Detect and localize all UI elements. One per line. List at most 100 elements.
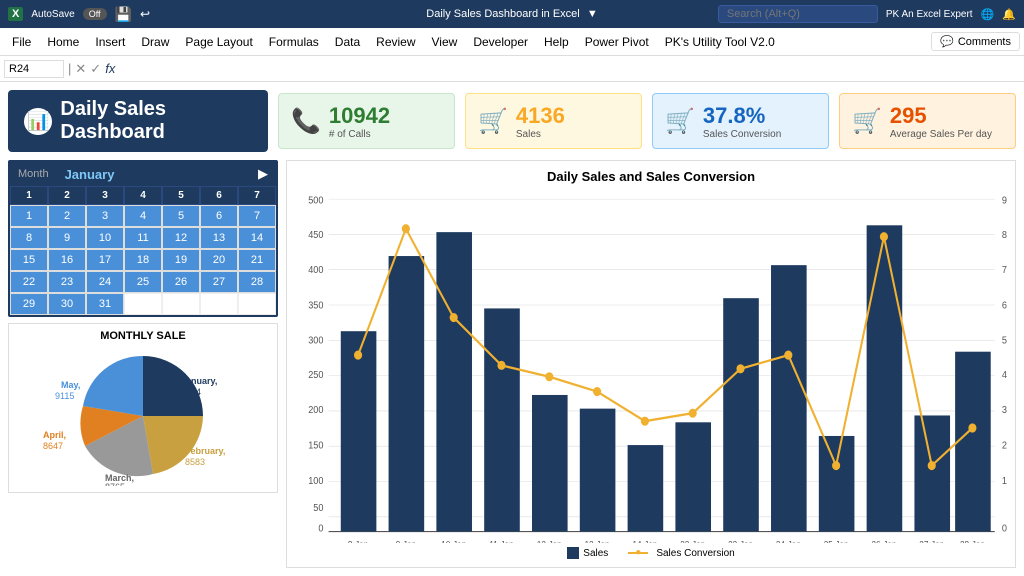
kpi-conversion-info: 37.8% Sales Conversion <box>703 103 781 140</box>
x-label-25jan: 25-Jan <box>824 539 849 543</box>
y-label-450: 450 <box>308 229 324 241</box>
cal-day-12[interactable]: 12 <box>162 227 200 249</box>
menu-review[interactable]: Review <box>368 31 423 53</box>
bell-icon[interactable]: 🔔 <box>1002 8 1016 21</box>
bar-23jan[interactable] <box>723 298 759 531</box>
cal-day-26[interactable]: 26 <box>162 271 200 293</box>
search-input[interactable] <box>718 5 878 23</box>
cal-day-10[interactable]: 10 <box>86 227 124 249</box>
cancel-formula-icon[interactable]: ✕ <box>75 61 86 77</box>
globe-icon[interactable]: 🌐 <box>981 8 995 21</box>
conv-dot-10jan <box>450 313 458 322</box>
menu-help[interactable]: Help <box>536 31 577 53</box>
cal-day-25[interactable]: 25 <box>124 271 162 293</box>
label-january-val: 9804 <box>181 387 201 397</box>
bar-13jan[interactable] <box>580 409 616 532</box>
calendar-nav-icon[interactable]: ▶ <box>258 166 268 182</box>
cal-day-3[interactable]: 3 <box>86 205 124 227</box>
formula-input[interactable] <box>119 61 1020 77</box>
cal-day-7[interactable]: 7 <box>238 205 276 227</box>
bar-10jan[interactable] <box>436 232 472 531</box>
cal-day-11[interactable]: 11 <box>124 227 162 249</box>
excel-icon: X <box>8 7 23 21</box>
kpi-calls-value: 10942 <box>329 103 390 129</box>
menu-insert[interactable]: Insert <box>87 31 133 53</box>
cal-day-22[interactable]: 22 <box>10 271 48 293</box>
cal-day-29[interactable]: 29 <box>10 293 48 315</box>
cal-day-30[interactable]: 30 <box>48 293 86 315</box>
cal-day-17[interactable]: 17 <box>86 249 124 271</box>
cal-day-24[interactable]: 24 <box>86 271 124 293</box>
cal-day-14[interactable]: 14 <box>238 227 276 249</box>
chart-area: 500 450 400 350 300 250 200 150 100 50 0… <box>295 190 1007 543</box>
conv-dot-28jan <box>968 423 976 432</box>
bar-27jan[interactable] <box>914 415 950 531</box>
bar-26jan[interactable] <box>867 225 903 531</box>
y2-label-60: 60.0% <box>1002 300 1007 312</box>
undo-icon[interactable]: ↩ <box>140 7 150 21</box>
cal-day-15[interactable]: 15 <box>10 249 48 271</box>
cal-day-4[interactable]: 4 <box>124 205 162 227</box>
label-april: April, <box>43 430 66 440</box>
menu-formulas[interactable]: Formulas <box>261 31 327 53</box>
bar-11jan[interactable] <box>484 308 520 531</box>
dashboard-title-text: Daily Sales Dashboard <box>60 98 252 144</box>
cell-reference[interactable] <box>4 60 64 78</box>
menu-home[interactable]: Home <box>39 31 87 53</box>
cal-day-13[interactable]: 13 <box>200 227 238 249</box>
autosave-toggle[interactable]: Off <box>83 8 107 20</box>
y-label-500: 500 <box>308 195 324 207</box>
cal-day-8[interactable]: 8 <box>10 227 48 249</box>
cal-day-2[interactable]: 2 <box>48 205 86 227</box>
cal-day-19[interactable]: 19 <box>162 249 200 271</box>
cal-day-5[interactable]: 5 <box>162 205 200 227</box>
menu-data[interactable]: Data <box>327 31 368 53</box>
cal-day-20[interactable]: 20 <box>200 249 238 271</box>
kpi-calls-card: 📞 10942 # of Calls <box>278 93 455 149</box>
kpi-avg-card: 🛒 295 Average Sales Per day <box>839 93 1016 149</box>
menu-page-layout[interactable]: Page Layout <box>177 31 260 53</box>
bar-24jan[interactable] <box>771 265 807 531</box>
bar-9jan[interactable] <box>389 256 425 532</box>
cal-day-28[interactable]: 28 <box>238 271 276 293</box>
legend-conversion-label: Sales Conversion <box>656 548 734 559</box>
calendar-month-label: Month <box>18 168 49 180</box>
menu-draw[interactable]: Draw <box>133 31 177 53</box>
bar-25jan[interactable] <box>819 436 855 532</box>
cal-day-1[interactable]: 1 <box>10 205 48 227</box>
y2-label-50: 50.0% <box>1002 335 1007 347</box>
y-label-50: 50 <box>313 503 324 515</box>
cal-day-21[interactable]: 21 <box>238 249 276 271</box>
conv-dot-23jan <box>736 364 744 373</box>
chart-legend: Sales ● Sales Conversion <box>295 547 1007 559</box>
cal-day-6[interactable]: 6 <box>200 205 238 227</box>
x-label-11jan: 11-Jan <box>489 539 513 543</box>
menu-view[interactable]: View <box>424 31 466 53</box>
cal-day-16[interactable]: 16 <box>48 249 86 271</box>
menu-pk-utility[interactable]: PK's Utility Tool V2.0 <box>657 31 783 53</box>
cal-day-31[interactable]: 31 <box>86 293 124 315</box>
cal-day-27[interactable]: 27 <box>200 271 238 293</box>
menu-file[interactable]: File <box>4 31 39 53</box>
cal-day-9[interactable]: 9 <box>48 227 86 249</box>
title-dropdown-icon[interactable]: ▼ <box>587 8 598 20</box>
bar-8jan[interactable] <box>341 331 377 531</box>
comments-button[interactable]: 💬 Comments <box>931 32 1020 51</box>
bar-22jan[interactable] <box>675 422 711 531</box>
bar-12jan[interactable] <box>532 395 568 532</box>
confirm-formula-icon[interactable]: ✓ <box>90 61 101 77</box>
bar-28jan[interactable] <box>955 352 991 532</box>
cal-day-23[interactable]: 23 <box>48 271 86 293</box>
menu-developer[interactable]: Developer <box>465 31 536 53</box>
fx-label: fx <box>105 61 115 76</box>
cal-header-1: 1 <box>10 186 48 205</box>
save-icon[interactable]: 💾 <box>115 6 132 23</box>
cal-header-2: 2 <box>48 186 86 205</box>
y-label-100: 100 <box>308 475 324 487</box>
y-label-0: 0 <box>318 523 324 535</box>
calls-icon: 📞 <box>291 107 321 136</box>
menu-power-pivot[interactable]: Power Pivot <box>577 31 657 53</box>
pie-chart-container: January, 9804 February, 8583 March, 8765… <box>15 346 271 486</box>
cal-day-18[interactable]: 18 <box>124 249 162 271</box>
bar-14jan[interactable] <box>628 445 664 532</box>
